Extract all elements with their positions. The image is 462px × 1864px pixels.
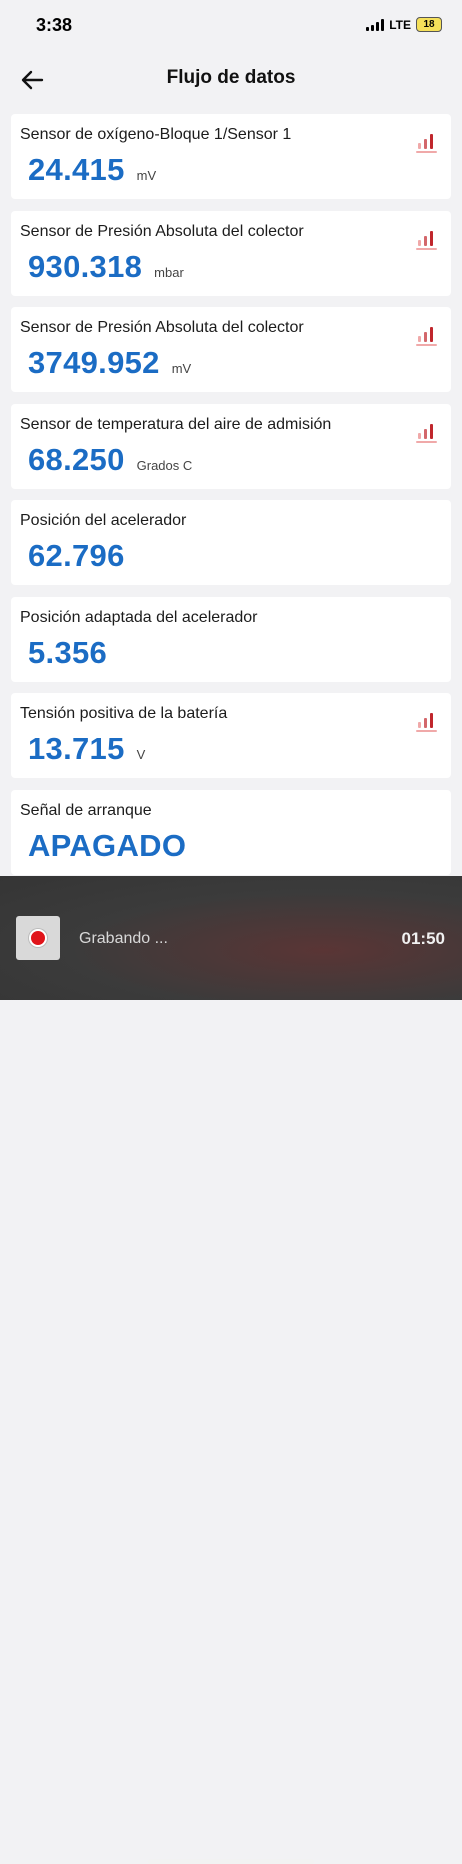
sensor-card[interactable]: Posición del acelerador 62.796 — [11, 500, 451, 585]
graph-chart-icon[interactable] — [415, 709, 439, 733]
sensor-label: Tensión positiva de la batería — [20, 705, 228, 722]
sensor-unit: V — [136, 747, 146, 762]
sensor-card[interactable]: Posición adaptada del acelerador 5.356 — [11, 596, 451, 682]
battery-icon: 18 — [416, 17, 442, 32]
cellular-signal-icon — [366, 18, 385, 31]
graph-chart-icon[interactable] — [415, 227, 439, 251]
sensor-label: Señal de arranque — [20, 801, 152, 819]
status-indicators: LTE 18 — [366, 17, 442, 32]
sensor-unit: mV — [136, 168, 157, 183]
sensor-reading: 13.715 V — [28, 731, 145, 767]
sensor-reading: APAGADO — [28, 828, 186, 864]
page-title: Flujo de datos — [166, 67, 296, 88]
sensor-card[interactable]: Señal de arranque APAGADO — [11, 789, 451, 875]
sensor-label: Sensor de Presión Absoluta del colector — [20, 319, 304, 336]
sensor-label: Sensor de oxígeno-Bloque 1/Sensor 1 — [20, 126, 292, 143]
sensor-value: 13.715 — [28, 731, 125, 766]
sensor-label: Sensor de Presión Absoluta del colector — [20, 222, 304, 240]
graph-chart-icon[interactable] — [415, 420, 439, 444]
sensor-card[interactable]: Sensor de temperatura del aire de admisi… — [11, 403, 451, 489]
sensor-value: 62.796 — [28, 538, 125, 573]
sensor-reading: 24.415 mV — [28, 152, 156, 188]
sensor-list: Sensor de oxígeno-Bloque 1/Sensor 1 24.41… — [11, 114, 451, 886]
sensor-value: 5.356 — [28, 634, 108, 670]
status-bar: 3:38 LTE 18 — [0, 0, 462, 54]
sensor-reading: 68.250 Grados C — [28, 442, 192, 478]
sensor-card[interactable]: Sensor de oxígeno-Bloque 1/Sensor 1 24.41… — [11, 114, 451, 199]
recording-bar: Grabando ... 01:50 — [0, 876, 462, 1864]
sensor-label: Posición adaptada del acelerador — [20, 608, 258, 626]
sensor-unit: Grados C — [136, 457, 193, 473]
sensor-unit: mV — [171, 361, 192, 376]
record-stop-button[interactable] — [16, 916, 60, 960]
sensor-reading: 62.796 — [28, 538, 125, 574]
sensor-reading: 5.356 — [28, 635, 107, 671]
sensor-card[interactable]: Tensión positiva de la batería 13.715 V — [11, 693, 451, 778]
record-icon — [29, 929, 47, 947]
home-indicator[interactable] — [148, 1859, 314, 1864]
sensor-value: APAGADO — [28, 827, 187, 863]
sensor-value: 24.415 — [28, 152, 125, 187]
network-type: LTE — [389, 17, 411, 32]
graph-chart-icon[interactable] — [415, 130, 439, 154]
nav-header: Flujo de datos — [0, 54, 462, 104]
sensor-value: 930.318 — [28, 248, 143, 284]
sensor-reading: 3749.952 mV — [28, 345, 191, 381]
sensor-unit: mbar — [154, 264, 184, 280]
recording-label: Grabando ... — [79, 930, 168, 947]
graph-chart-icon[interactable] — [415, 323, 439, 347]
sensor-label: Posición del acelerador — [20, 512, 187, 529]
sensor-card[interactable]: Sensor de Presión Absoluta del colector 3… — [11, 307, 451, 392]
status-time: 3:38 — [36, 15, 73, 35]
sensor-card[interactable]: Sensor de Presión Absoluta del colector 9… — [11, 210, 451, 296]
sensor-reading: 930.318 mbar — [28, 249, 184, 285]
recording-timer: 01:50 — [401, 929, 445, 948]
sensor-label: Sensor de temperatura del aire de admisi… — [20, 415, 332, 433]
sensor-value: 3749.952 — [28, 345, 160, 380]
sensor-value: 68.250 — [28, 441, 125, 477]
